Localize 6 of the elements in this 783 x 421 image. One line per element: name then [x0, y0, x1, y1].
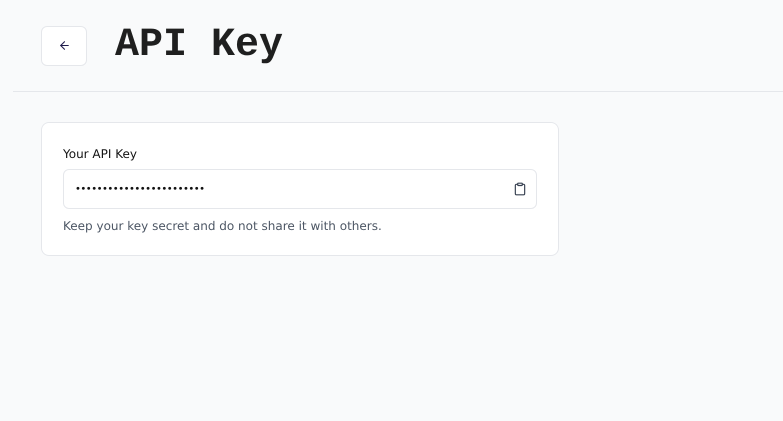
- page-title: API Key: [115, 23, 284, 68]
- field-label: Your API Key: [63, 147, 138, 161]
- help-text: Keep your key secret and do not share it with others.: [63, 219, 383, 233]
- clipboard-icon[interactable]: [513, 182, 527, 196]
- api-key-field[interactable]: ••••••••••••••••••••••••: [63, 169, 537, 209]
- back-arrow-icon: [58, 39, 70, 52]
